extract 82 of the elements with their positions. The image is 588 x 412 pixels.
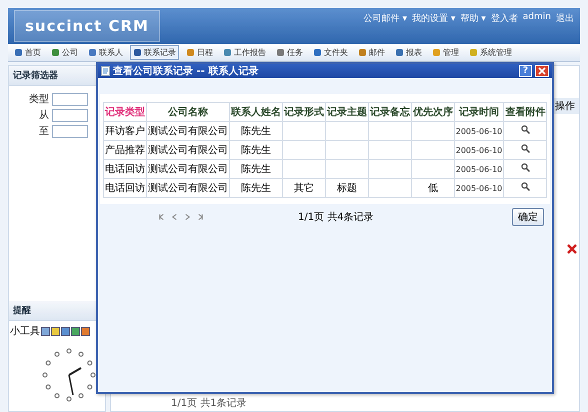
close-button[interactable] [535,65,549,77]
delete-icon[interactable] [567,244,577,254]
table-cell: 测试公司有限公司 [146,140,230,160]
table-cell: 2005-06-10 [454,160,504,178]
nav-tab[interactable]: 管理 [429,45,462,60]
nav-icon [186,48,195,57]
table-cell: 其它 [282,178,326,198]
pager-summary: 1/1页 共1条记录 [171,396,247,410]
nav-icon [133,48,142,57]
table-cell: 测试公司有限公司 [146,122,230,140]
nav-tab[interactable]: 文件夹 [310,45,351,60]
table-cell: 拜访客户 [103,122,146,140]
header-link[interactable]: admin [522,12,551,25]
nav-icon [469,48,478,57]
nav-icon [395,48,404,57]
column-header[interactable]: 优先次序 [411,102,454,122]
table-cell: 陈先生 [229,160,282,178]
nav-tab[interactable]: 公司 [48,45,81,60]
pager-arrow-icon[interactable] [158,213,165,221]
nav-icon [313,48,322,57]
table-cell: 2005-06-10 [454,178,504,198]
table-cell: 低 [411,178,454,198]
nav-tab[interactable]: 工作报告 [220,45,269,60]
table-cell: 测试公司有限公司 [146,178,230,198]
table-cell: 2005-06-10 [454,140,504,160]
column-header[interactable]: 记录形式 [282,102,326,122]
field-label: 从 [38,108,49,122]
magnifier-icon[interactable] [520,163,530,172]
ok-button[interactable]: 确定 [512,208,544,226]
input-field[interactable] [52,108,88,122]
dialog-title: 查看公司联系记录 -- 联系人记录 [113,64,260,78]
nav-tab[interactable]: 系统管理 [466,45,515,60]
column-header[interactable]: 记录类型 [103,102,146,122]
header-link[interactable]: 帮助 ▾ [460,12,486,25]
nav-icon [51,48,60,57]
table-cell: 测试公司有限公司 [146,160,230,178]
magnifier-icon[interactable] [520,182,530,191]
column-header[interactable]: 记录主题 [325,102,368,122]
toolbar-label: 小工具 [10,324,40,338]
field-label: 类型 [28,92,49,106]
logo: succinct CRM [14,10,160,42]
document-icon [101,66,110,76]
column-header[interactable]: 公司名称 [146,102,230,122]
table-cell: 产品推荐 [103,140,146,160]
field-label: 至 [38,125,49,138]
nav-icon [223,48,232,57]
nav-icon [88,48,97,57]
column-header[interactable]: 查看附件 [504,102,547,122]
pager-arrow-icon[interactable] [197,213,204,221]
column-header[interactable]: 记录时间 [454,102,504,122]
table-cell: 陈先生 [229,140,282,160]
help-button[interactable]: ? [519,65,532,77]
nav-tab[interactable]: 联系记录 [130,45,179,60]
header-link[interactable]: 登入者 [490,12,518,25]
nav-tab[interactable]: 报表 [392,45,425,60]
nav-tab[interactable]: 联系人 [85,45,126,60]
magnifier-icon[interactable] [520,144,530,153]
nav-tab[interactable]: 任务 [273,45,306,60]
column-header[interactable]: 记录备忘 [368,102,412,122]
close-icon [538,67,546,75]
table-cell: 2005-06-10 [454,122,504,140]
header-link[interactable]: 我的设置 ▾ [412,12,456,25]
nav-icon [432,48,441,57]
table-cell: 陈先生 [229,178,282,198]
nav-icon [276,48,285,57]
nav-tab[interactable]: 日程 [183,45,216,60]
table-cell: 陈先生 [229,122,282,140]
input-field[interactable] [52,92,88,106]
nav-icon [14,48,23,57]
column-header[interactable]: 联系人姓名 [229,102,282,122]
pager-summary: 1/1页 共4条记录 [298,210,375,224]
nav-tab[interactable]: 首页 [11,45,44,60]
magnifier-icon[interactable] [520,125,530,134]
nav-tab[interactable]: 邮件 [355,45,388,60]
column-header: 操作 [552,98,579,114]
header-link[interactable]: 公司邮件 ▾ [364,12,408,25]
table-cell: 标题 [325,178,368,198]
table-cell: 电话回访 [103,178,146,198]
nav-icon [358,48,367,57]
table-cell: 电话回访 [103,160,146,178]
input-field[interactable] [52,124,88,138]
header-link[interactable]: 退出 [556,12,574,25]
